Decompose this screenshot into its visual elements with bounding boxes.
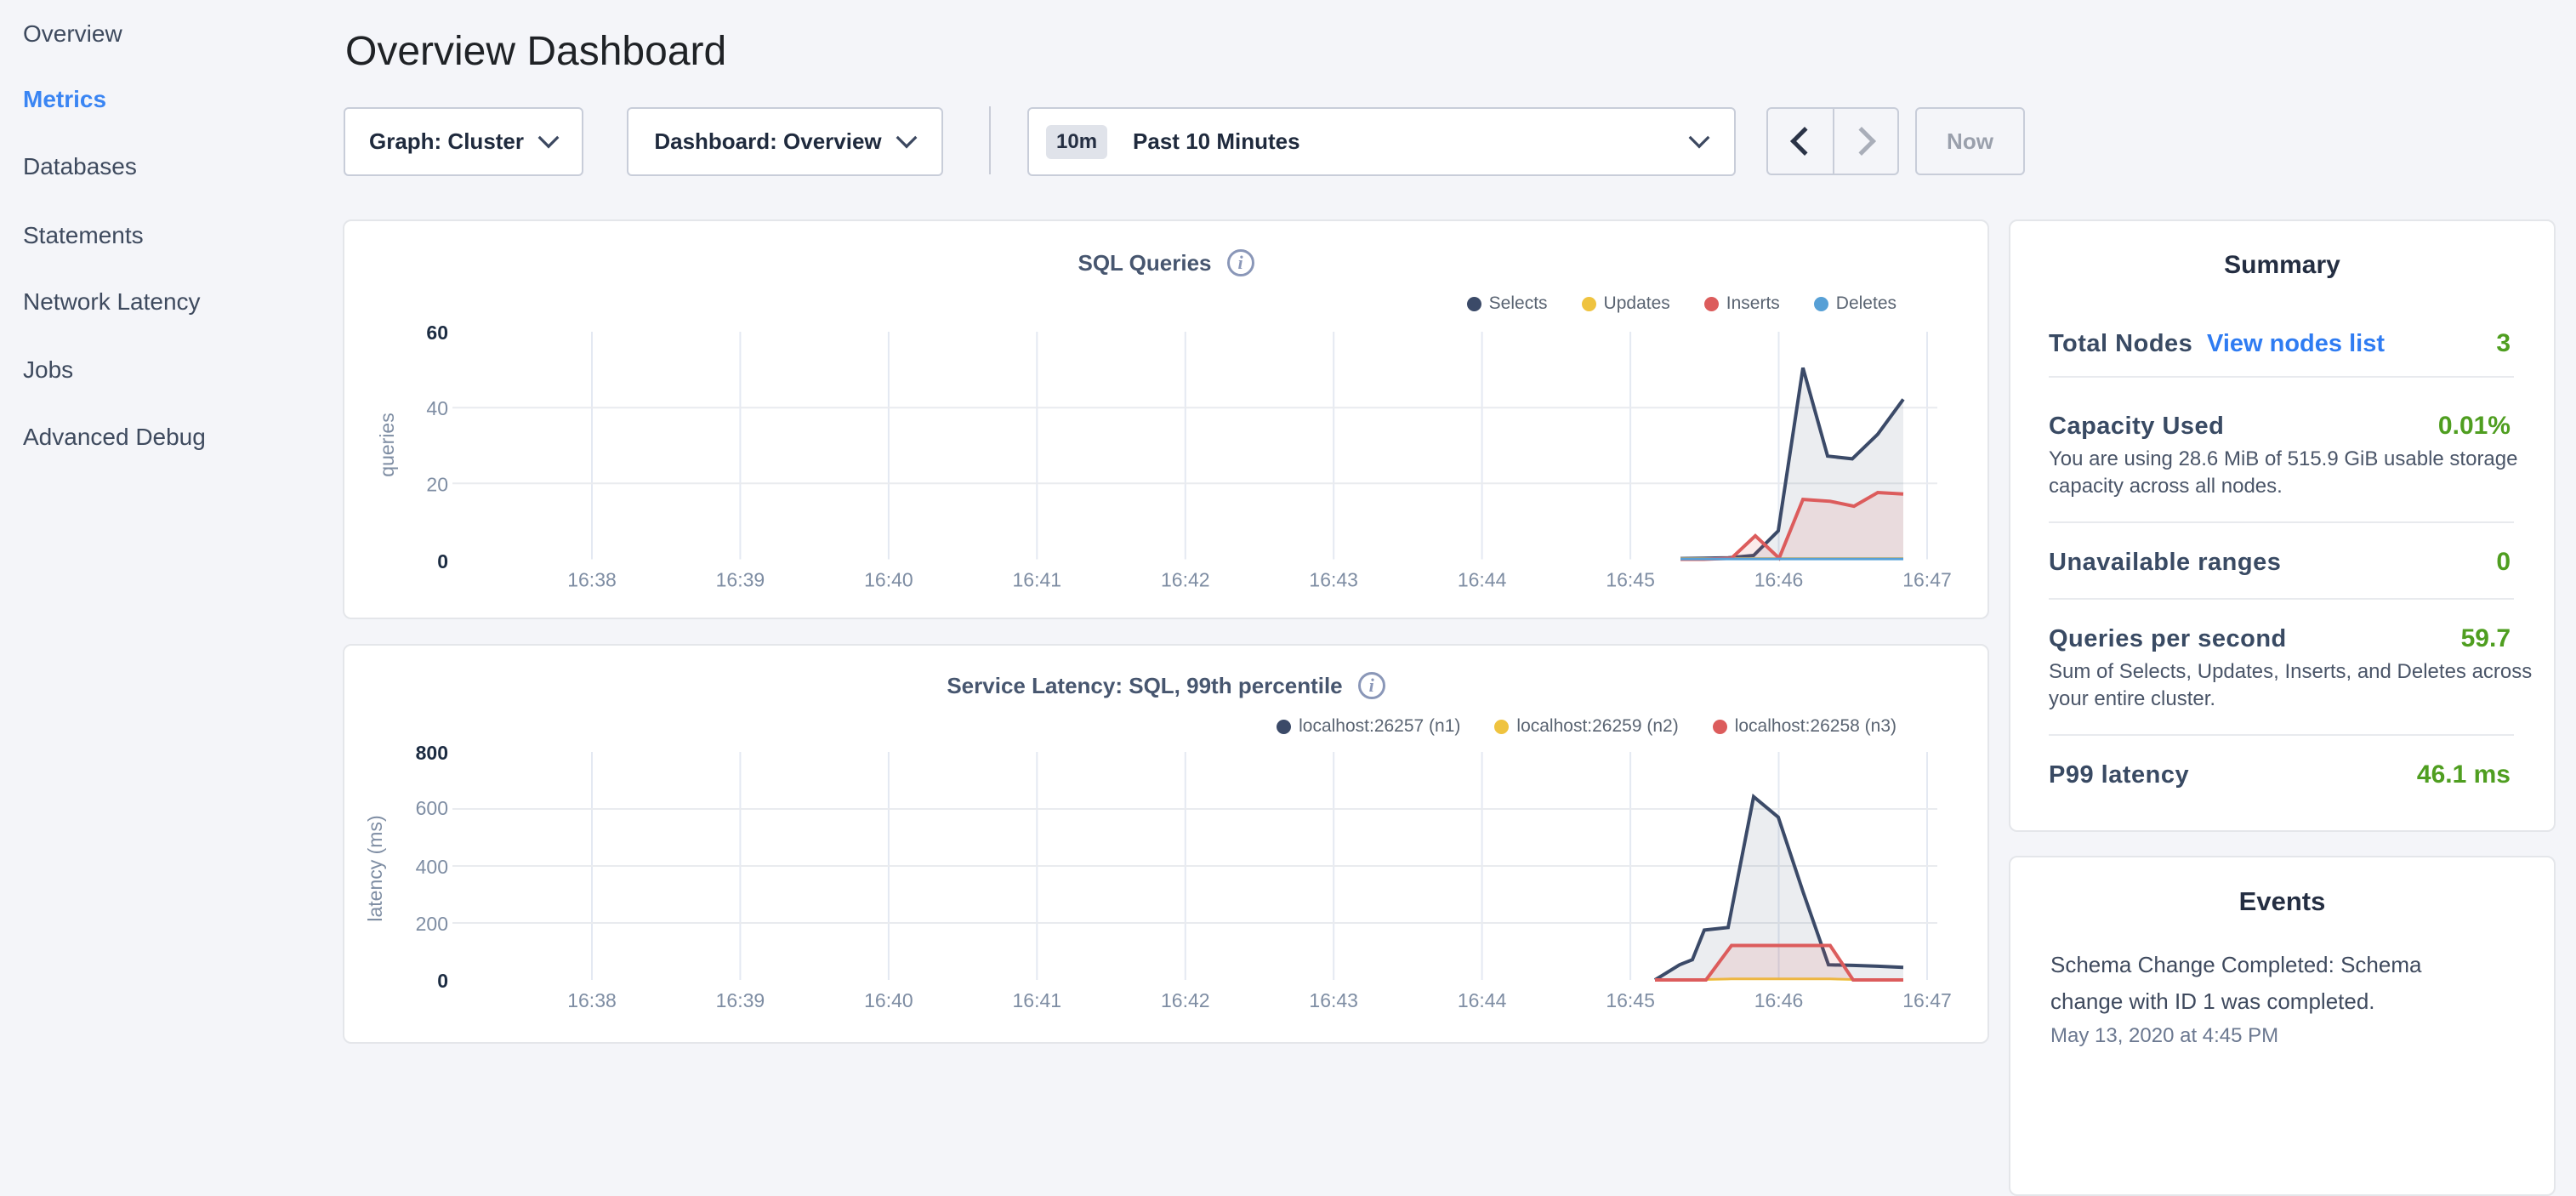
svg-text:16:38: 16:38 [567, 989, 617, 1011]
svg-text:queries: queries [376, 413, 398, 476]
svg-text:800: 800 [416, 742, 448, 764]
svg-text:40: 40 [426, 397, 448, 419]
svg-text:16:40: 16:40 [864, 569, 913, 591]
svg-text:60: 60 [426, 322, 448, 344]
svg-text:20: 20 [426, 473, 448, 495]
svg-text:16:38: 16:38 [567, 569, 617, 591]
svg-text:16:41: 16:41 [1013, 569, 1062, 591]
svg-text:16:39: 16:39 [716, 989, 765, 1011]
svg-text:600: 600 [416, 797, 448, 819]
svg-text:16:47: 16:47 [1902, 569, 1952, 591]
svg-text:16:46: 16:46 [1754, 989, 1804, 1011]
svg-text:16:44: 16:44 [1458, 569, 1507, 591]
svg-text:16:46: 16:46 [1754, 569, 1804, 591]
svg-text:16:43: 16:43 [1309, 989, 1358, 1011]
svg-text:0: 0 [437, 970, 448, 992]
svg-text:latency (ms): latency (ms) [364, 815, 386, 921]
svg-text:16:39: 16:39 [716, 569, 765, 591]
svg-text:16:42: 16:42 [1161, 569, 1210, 591]
svg-text:16:47: 16:47 [1902, 989, 1952, 1011]
svg-text:0: 0 [437, 550, 448, 572]
svg-text:16:43: 16:43 [1309, 569, 1358, 591]
svg-text:16:45: 16:45 [1606, 989, 1655, 1011]
svg-text:16:44: 16:44 [1458, 989, 1507, 1011]
svg-text:16:42: 16:42 [1161, 989, 1210, 1011]
svg-text:16:40: 16:40 [864, 989, 913, 1011]
svg-text:200: 200 [416, 913, 448, 935]
svg-text:16:41: 16:41 [1013, 989, 1062, 1011]
svg-text:16:45: 16:45 [1606, 569, 1655, 591]
svg-text:400: 400 [416, 856, 448, 878]
